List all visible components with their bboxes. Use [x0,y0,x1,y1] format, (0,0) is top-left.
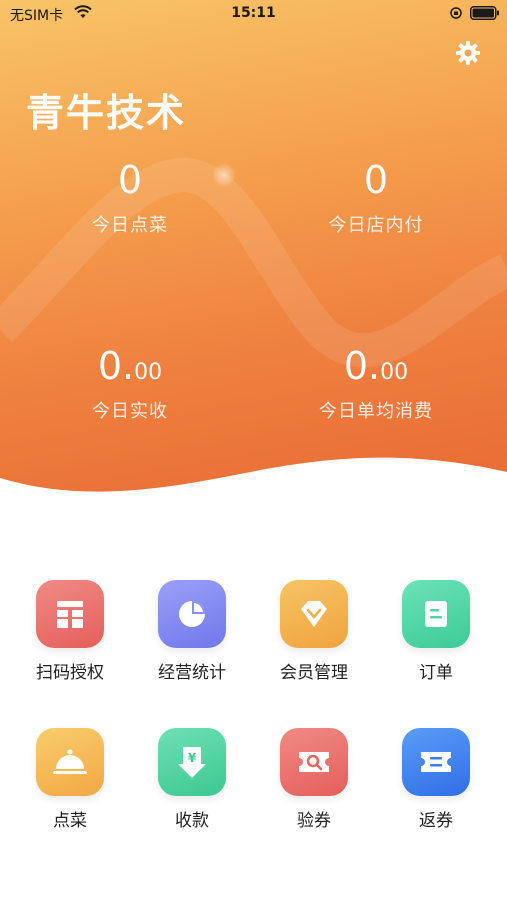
gear-icon[interactable] [455,40,481,66]
menu-member-management[interactable]: 会员管理 [259,580,369,683]
stat-value: 0 [363,158,389,202]
ticket-search-icon [299,752,329,772]
orientation-lock-icon [450,7,462,19]
clock: 15:11 [231,5,276,21]
food-cloche-icon-box [36,728,104,796]
order-list-icon-box [402,580,470,648]
battery-icon [470,6,499,20]
pie-chart-icon-box [158,580,226,648]
ticket-search-icon-box [280,728,348,796]
scan-auth-icon [57,601,83,628]
food-cloche-icon [53,749,87,774]
menu-label: 会员管理 [280,663,348,683]
pie-chart-icon [179,601,205,627]
diamond-icon-box [280,580,348,648]
stat-value: 0.00 [97,344,163,388]
menu-orders[interactable]: 订单 [381,580,491,683]
diamond-icon [301,601,327,627]
header-banner [0,0,507,500]
stat-label: 今日实收 [92,401,168,422]
app-title: 青牛技术 [26,91,187,135]
stat-value: 0.00 [343,344,409,388]
coupon-icon [421,752,451,772]
hero-wave-edge [0,457,507,510]
payment-download-icon-box: ¥ [158,728,226,796]
menu-label: 点菜 [53,811,87,831]
payment-download-icon: ¥ [178,747,206,778]
stat-today-avg-spend[interactable]: 0.00 今日单均消费 [276,344,476,423]
menu-business-stats[interactable]: 经营统计 [137,580,247,683]
menu-label: 扫码授权 [36,663,104,683]
scan-auth-icon-box [36,580,104,648]
svg-text:¥: ¥ [188,751,197,765]
stat-value: 0 [117,158,143,202]
menu-verify-coupon[interactable]: 验券 [259,728,369,831]
menu-label: 验券 [297,811,331,831]
status-bar: 无SIM卡 15:11 [0,0,507,28]
order-list-icon [425,601,447,627]
coupon-icon-box [402,728,470,796]
menu-order-food[interactable]: 点菜 [15,728,125,831]
menu-scan-auth[interactable]: 扫码授权 [15,580,125,683]
menu-label: 订单 [419,663,453,683]
stat-today-orders[interactable]: 0 今日点菜 [30,158,230,237]
stat-label: 今日店内付 [328,215,424,236]
stat-label: 今日点菜 [92,215,168,236]
stat-today-instore-pay[interactable]: 0 今日店内付 [276,158,476,237]
stat-today-received[interactable]: 0.00 今日实收 [30,344,230,423]
menu-label: 收款 [175,811,209,831]
decorative-wave [0,158,507,368]
menu-label: 经营统计 [158,663,226,683]
menu-label: 返券 [419,811,453,831]
menu-return-coupon[interactable]: 返券 [381,728,491,831]
stat-label: 今日单均消费 [319,401,433,422]
menu-collect-payment[interactable]: ¥ 收款 [137,728,247,831]
